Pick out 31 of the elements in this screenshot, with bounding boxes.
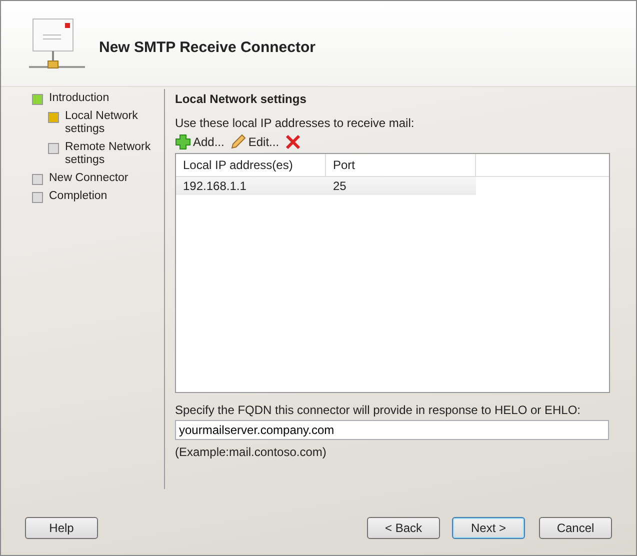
table-cell-text: 25 xyxy=(332,179,348,193)
back-button[interactable]: < Back xyxy=(367,517,440,539)
close-icon xyxy=(285,134,302,150)
cancel-button[interactable]: Cancel xyxy=(539,517,612,539)
step-label: New Connector xyxy=(49,172,130,185)
pencil-icon xyxy=(230,134,246,150)
step-status-icon xyxy=(48,143,59,154)
step-label: Introduction xyxy=(49,92,110,105)
edit-button[interactable]: Edit... xyxy=(230,134,280,150)
step-label: Remote Network settings xyxy=(65,141,151,167)
step-label: Completion xyxy=(49,190,108,203)
column-header[interactable]: Port xyxy=(326,154,476,176)
list-row[interactable]: 192.168.1.1 25 xyxy=(176,177,476,195)
step-status-icon xyxy=(32,192,43,203)
add-button[interactable]: Add... xyxy=(175,134,224,150)
fqdn-label: Specify the FQDN this connector will provide in response to HELO or EHLO: xyxy=(175,403,582,417)
fqdn-field[interactable]: yourmailserver.company.com xyxy=(175,420,609,440)
step-status-icon xyxy=(48,112,59,123)
help-button[interactable]: Help xyxy=(25,517,98,539)
wizard-title: New SMTP Receive Connector xyxy=(99,39,316,56)
remove-button[interactable] xyxy=(285,134,302,150)
section-heading: Local Network settings xyxy=(175,92,308,106)
step-status-icon xyxy=(32,94,43,105)
column-header[interactable]: Local IP address(es) xyxy=(176,154,326,176)
plus-icon xyxy=(175,134,191,150)
next-button[interactable]: Next > xyxy=(452,517,525,539)
table-cell-text: 192.168.1.1 xyxy=(182,179,248,193)
example-text: (Example:mail.contoso.com) xyxy=(175,445,328,459)
instruction-text: Use these local IP addresses to receive mail: xyxy=(175,116,416,130)
step-status-icon xyxy=(32,174,43,185)
step-label: Local Network settings xyxy=(65,110,139,136)
